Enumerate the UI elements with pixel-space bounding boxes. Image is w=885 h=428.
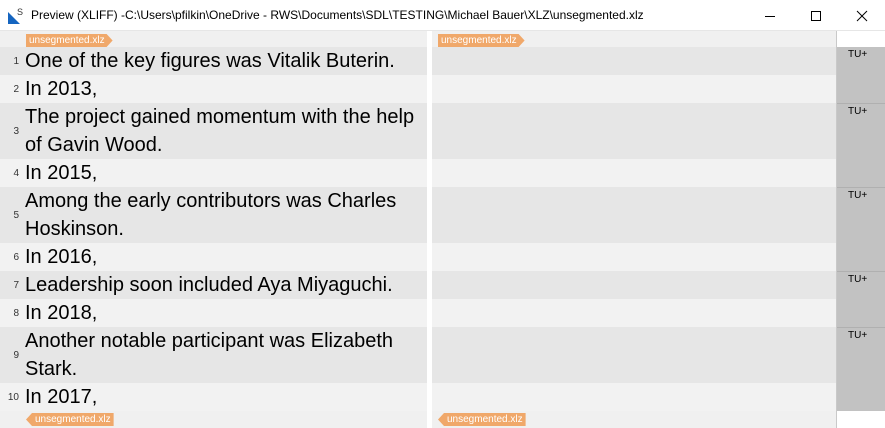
- target-segment-cell[interactable]: [432, 383, 836, 411]
- source-open-tag[interactable]: unsegmented.xlz: [26, 34, 113, 47]
- tu-label: TU+: [848, 274, 868, 285]
- source-close-tag[interactable]: unsegmented.xlz: [26, 413, 114, 426]
- tu-gutter: TU+ TU+ TU+ TU+ TU+: [836, 31, 885, 428]
- segment-number: 5: [13, 210, 19, 221]
- segment-row[interactable]: 2 In 2013,: [0, 75, 427, 103]
- target-segment-cell[interactable]: [432, 159, 836, 187]
- segment-row[interactable]: 7 Leadership soon included Aya Miyaguchi…: [0, 271, 427, 299]
- target-segment-cell[interactable]: [432, 75, 836, 103]
- segment-source-text[interactable]: In 2013,: [25, 75, 423, 103]
- minimize-button[interactable]: [747, 0, 793, 31]
- tu-block[interactable]: TU+: [837, 271, 885, 327]
- maximize-button[interactable]: [793, 0, 839, 31]
- segment-row[interactable]: 4 In 2015,: [0, 159, 427, 187]
- tu-block[interactable]: TU+: [837, 327, 885, 411]
- tu-label: TU+: [848, 106, 868, 117]
- segment-number: 7: [13, 280, 19, 291]
- segment-row[interactable]: 8 In 2018,: [0, 299, 427, 327]
- close-icon: [856, 10, 868, 22]
- segment-source-text[interactable]: In 2017,: [25, 383, 423, 411]
- segment-number: 6: [13, 252, 19, 263]
- segment-row[interactable]: 10 In 2017,: [0, 383, 427, 411]
- target-close-tag[interactable]: unsegmented.xlz: [438, 413, 526, 426]
- target-segment-cell[interactable]: [432, 187, 836, 243]
- target-open-tag[interactable]: unsegmented.xlz: [438, 34, 525, 47]
- tu-block[interactable]: TU+: [837, 47, 885, 103]
- target-segment-cell[interactable]: [432, 327, 836, 383]
- target-segment-cell[interactable]: [432, 103, 836, 159]
- maximize-icon: [810, 10, 822, 22]
- tu-block[interactable]: TU+: [837, 187, 885, 271]
- segment-row[interactable]: 9 Another notable participant was Elizab…: [0, 327, 427, 383]
- segment-row[interactable]: 5 Among the early contributors was Charl…: [0, 187, 427, 243]
- tu-label: TU+: [848, 190, 868, 201]
- segment-number: 1: [13, 56, 19, 67]
- segment-number: 3: [13, 126, 19, 137]
- segment-source-text[interactable]: Another notable participant was Elizabet…: [25, 327, 423, 383]
- target-column: unsegmented.xlz unsegmented.xlz: [432, 31, 836, 428]
- segment-source-text[interactable]: Leadership soon included Aya Miyaguchi.: [25, 271, 423, 299]
- segment-row[interactable]: 6 In 2016,: [0, 243, 427, 271]
- title-bar: S Preview (XLIFF) -C:\Users\pfilkin\OneD…: [0, 0, 885, 31]
- sdl-app-icon[interactable]: S: [8, 6, 24, 24]
- segment-source-text[interactable]: In 2018,: [25, 299, 423, 327]
- close-button[interactable]: [839, 0, 885, 31]
- segment-source-text[interactable]: The project gained momentum with the hel…: [25, 103, 423, 159]
- target-segment-cell[interactable]: [432, 47, 836, 75]
- segment-row[interactable]: 3 The project gained momentum with the h…: [0, 103, 427, 159]
- tu-label: TU+: [848, 330, 868, 341]
- window-title: Preview (XLIFF) -C:\Users\pfilkin\OneDri…: [31, 8, 644, 22]
- segment-number: 10: [7, 392, 19, 403]
- tu-block[interactable]: TU+: [837, 103, 885, 187]
- svg-text:S: S: [17, 7, 23, 17]
- segment-source-text[interactable]: Among the early contributors was Charles…: [25, 187, 423, 243]
- minimize-icon: [764, 10, 776, 22]
- segment-number: 2: [13, 84, 19, 95]
- target-segment-cell[interactable]: [432, 299, 836, 327]
- segment-number: 8: [13, 308, 19, 319]
- source-column: unsegmented.xlz 1 One of the key figures…: [0, 31, 427, 428]
- tu-label: TU+: [848, 49, 868, 60]
- segment-source-text[interactable]: One of the key figures was Vitalik Buter…: [25, 47, 423, 75]
- segment-source-text[interactable]: In 2015,: [25, 159, 423, 187]
- segment-number: 4: [13, 168, 19, 179]
- target-segment-cell[interactable]: [432, 243, 836, 271]
- segment-source-text[interactable]: In 2016,: [25, 243, 423, 271]
- segment-row[interactable]: 1 One of the key figures was Vitalik But…: [0, 47, 427, 75]
- segment-number: 9: [13, 350, 19, 361]
- target-segment-cell[interactable]: [432, 271, 836, 299]
- preview-content: unsegmented.xlz 1 One of the key figures…: [0, 31, 885, 428]
